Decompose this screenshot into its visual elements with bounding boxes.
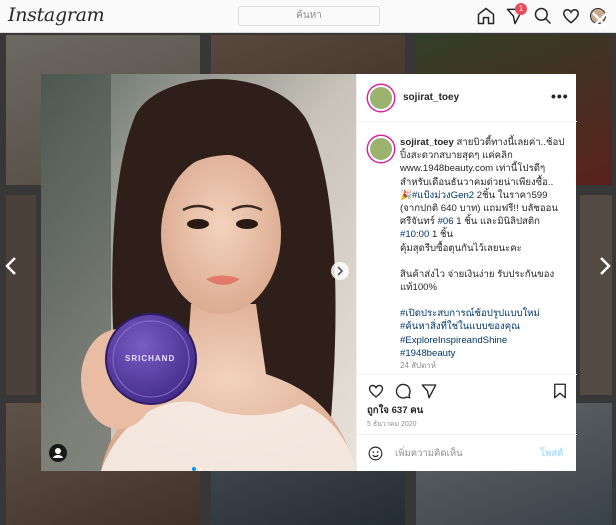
post-sidebar: sojirat_toey ••• sojirat_toey สายบิวตี้ท… [356, 74, 577, 471]
more-options-icon[interactable]: ••• [551, 88, 569, 104]
instagram-logo[interactable]: Instagram [8, 4, 105, 26]
carousel-dot-active [192, 467, 196, 471]
tagged-users-icon[interactable] [49, 444, 67, 462]
carousel-indicator [191, 458, 203, 471]
caption-timestamp[interactable]: 24 สัปดาห์ [400, 359, 436, 372]
comment-input[interactable]: เพิ่มความคิดเห็น [395, 446, 463, 461]
post-image [41, 74, 356, 471]
hashtag-link[interactable]: #ExploreInspireandShine [400, 334, 568, 347]
save-bookmark-icon[interactable] [551, 382, 569, 400]
close-icon[interactable] [589, 9, 611, 31]
like-count[interactable]: ถูกใจ 637 คน [367, 403, 423, 418]
caption-emoji: 🎉 [400, 189, 412, 201]
post-header: sojirat_toey ••• [357, 74, 577, 122]
caption-username[interactable]: sojirat_toey [400, 137, 454, 148]
post-photo[interactable]: SRICHAND [41, 74, 356, 471]
post-comment-button[interactable]: โพสต์ [540, 446, 563, 461]
author-avatar[interactable] [368, 85, 394, 111]
previous-post-arrow-icon[interactable] [3, 255, 19, 277]
hashtag-link[interactable]: #ค้นหาสิ่งที่ใช่ในแบบของคุณ [400, 320, 568, 333]
caption-avatar[interactable] [368, 136, 394, 162]
activity-icon[interactable] [561, 6, 581, 26]
post-date[interactable]: 5 ธันวาคม 2020 [367, 419, 417, 430]
caption-text: 1 ชิ้น [429, 229, 454, 241]
hashtag-link[interactable]: #เปิดประสบการณ์ช้อปรูปแบบใหม่ [400, 307, 568, 320]
hashtag-link[interactable]: #แป้งม่วงGen2 [412, 190, 474, 201]
post-caption: sojirat_toey สายบิวตี้ทางนี้เลยค่า..ช้อป… [400, 136, 568, 360]
emoji-icon[interactable] [367, 445, 384, 462]
like-icon[interactable] [367, 382, 385, 400]
home-icon[interactable] [476, 6, 496, 26]
notification-badge: 1 [515, 3, 527, 15]
share-icon[interactable] [420, 382, 438, 400]
comment-composer: เพิ่มความคิดเห็น โพสต์ [357, 434, 577, 471]
caption-text: 1 ชิ้น และมินิลิปสติก [453, 216, 540, 228]
comment-icon[interactable] [394, 382, 412, 400]
next-post-arrow-icon[interactable] [597, 255, 613, 277]
explore-icon[interactable] [533, 6, 553, 26]
search-input[interactable]: ค้นหา [238, 6, 380, 26]
post-modal: SRICHAND sojirat_toey ••• sojirat_toey ส… [41, 74, 577, 471]
top-navigation-bar: Instagram ค้นหา 1 [0, 0, 616, 33]
caption-paragraph: สินค้าส่งไว จ่ายเงินง่าย รับประกันของแท้… [400, 268, 555, 294]
hashtag-link[interactable]: #06 [438, 216, 454, 227]
next-photo-chevron-icon[interactable] [331, 262, 349, 280]
author-username[interactable]: sojirat_toey [403, 92, 459, 103]
carousel-dot [198, 467, 202, 471]
caption-text: คุ้มสุดรีบซื้อตุนกันไว้เลยนะคะ [400, 242, 522, 254]
hashtag-link[interactable]: #10:00 [400, 229, 429, 240]
product-label: SRICHAND [125, 354, 176, 363]
